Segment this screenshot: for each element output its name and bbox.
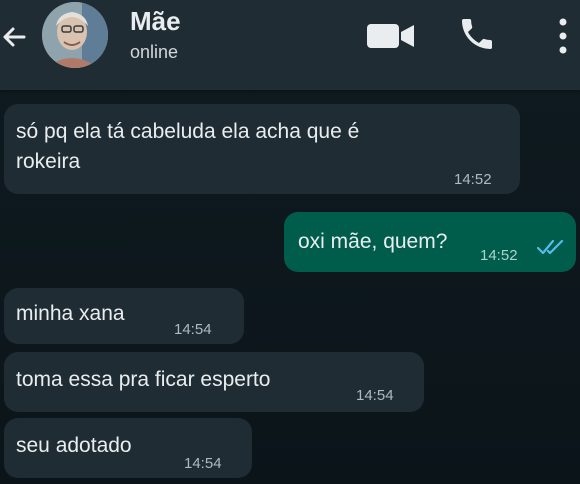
double-check-read-icon (536, 239, 564, 255)
message-time: 14:54 (356, 387, 394, 404)
message-text: rokeira (16, 150, 81, 173)
message-bubble-incoming[interactable]: minha xana 14:54 (4, 288, 244, 344)
message-bubble-outgoing[interactable]: oxi mãe, quem? 14:52 (284, 212, 576, 272)
message-text: seu adotado (16, 434, 132, 457)
arrow-left-icon[interactable] (0, 22, 30, 52)
message-time: 14:54 (174, 321, 212, 338)
message-text: minha xana (16, 302, 125, 325)
contact-status: online (130, 42, 179, 62)
avatar[interactable] (42, 2, 108, 68)
message-text: toma essa pra ficar esperto (16, 368, 271, 391)
message-text: oxi mãe, quem? (298, 230, 448, 253)
more-vertical-icon[interactable] (556, 14, 570, 58)
message-bubble-incoming[interactable]: toma essa pra ficar esperto 14:54 (4, 352, 424, 412)
message-bubble-incoming[interactable]: seu adotado 14:54 (4, 418, 252, 478)
avatar-photo (42, 2, 108, 68)
message-time: 14:54 (184, 455, 222, 472)
message-time: 14:52 (480, 247, 518, 264)
contact-name[interactable]: Mãe (130, 6, 181, 37)
video-camera-icon[interactable] (366, 22, 416, 50)
phone-icon[interactable] (457, 14, 497, 54)
message-time: 14:52 (454, 171, 492, 188)
chat-header: Mãe online (0, 0, 580, 90)
message-text: só pq ela tá cabeluda ela acha que é (16, 120, 360, 143)
message-bubble-incoming[interactable]: só pq ela tá cabeluda ela acha que é rok… (4, 104, 520, 194)
